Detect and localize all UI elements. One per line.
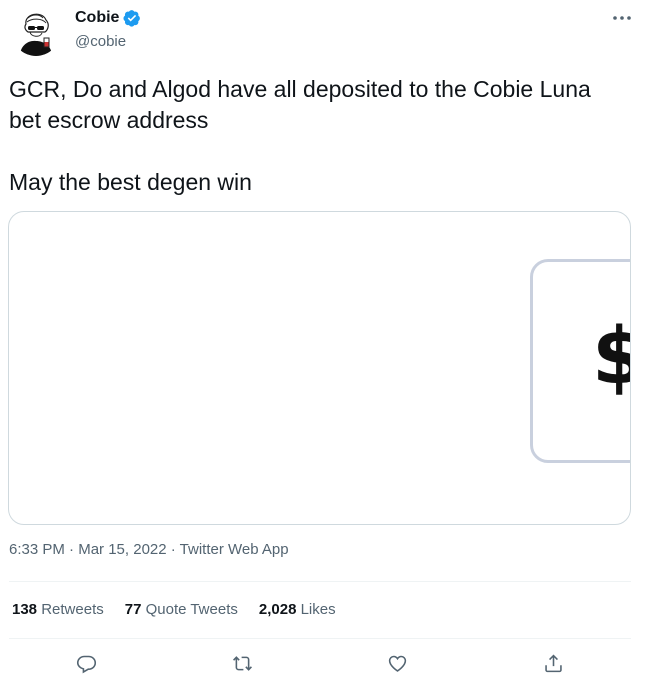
retweets-stat[interactable]: 138 Retweets bbox=[12, 601, 104, 618]
meta-separator: · bbox=[166, 541, 180, 558]
reply-button[interactable] bbox=[70, 646, 104, 680]
verified-badge-icon bbox=[123, 9, 141, 27]
like-button[interactable] bbox=[381, 646, 415, 680]
likes-label: Likes bbox=[300, 601, 336, 618]
more-options-icon[interactable] bbox=[608, 4, 636, 32]
retweets-label: Retweets bbox=[41, 601, 104, 618]
quote-tweets-label: Quote Tweets bbox=[145, 601, 238, 618]
avatar-illustration bbox=[12, 8, 60, 56]
divider bbox=[9, 638, 631, 639]
tweet-date[interactable]: Mar 15, 2022 bbox=[78, 541, 166, 558]
author-name[interactable]: Cobie bbox=[75, 9, 119, 27]
tweet-media-image[interactable]: $ bbox=[8, 211, 631, 525]
tweet-actions bbox=[9, 646, 631, 680]
dollar-sign-glyph: $ bbox=[592, 312, 630, 402]
quote-tweets-count: 77 bbox=[124, 601, 142, 618]
meta-separator: · bbox=[64, 541, 79, 558]
share-button[interactable] bbox=[536, 646, 570, 680]
reply-icon bbox=[77, 655, 97, 673]
tweet-text: GCR, Do and Algod have all deposited to … bbox=[9, 74, 629, 198]
tweet-paragraph-1: GCR, Do and Algod have all deposited to … bbox=[9, 76, 591, 133]
tweet-source[interactable]: Twitter Web App bbox=[180, 541, 289, 558]
likes-count: 2,028 bbox=[258, 601, 297, 618]
retweet-button[interactable] bbox=[225, 646, 259, 680]
likes-stat[interactable]: 2,028 Likes bbox=[259, 601, 336, 618]
quote-tweets-stat[interactable]: 77 Quote Tweets bbox=[125, 601, 238, 618]
divider bbox=[9, 581, 631, 582]
like-icon bbox=[389, 655, 407, 672]
tweet-stats: 138 Retweets 77 Quote Tweets 2,028 Likes bbox=[12, 601, 336, 618]
retweet-icon bbox=[232, 655, 252, 671]
author-handle[interactable]: @cobie bbox=[75, 33, 126, 50]
share-icon bbox=[545, 654, 562, 672]
retweets-count: 138 bbox=[12, 601, 38, 618]
tweet-time[interactable]: 6:33 PM bbox=[9, 541, 65, 558]
tweet-paragraph-2: May the best degen win bbox=[9, 169, 252, 195]
avatar[interactable] bbox=[12, 8, 60, 56]
tweet-card: Cobie @cobie GCR, Do and Algod have all … bbox=[0, 0, 649, 697]
tweet-metadata: 6:33 PM · Mar 15, 2022 · Twitter Web App bbox=[9, 541, 289, 558]
author-name-row[interactable]: Cobie bbox=[75, 9, 141, 27]
